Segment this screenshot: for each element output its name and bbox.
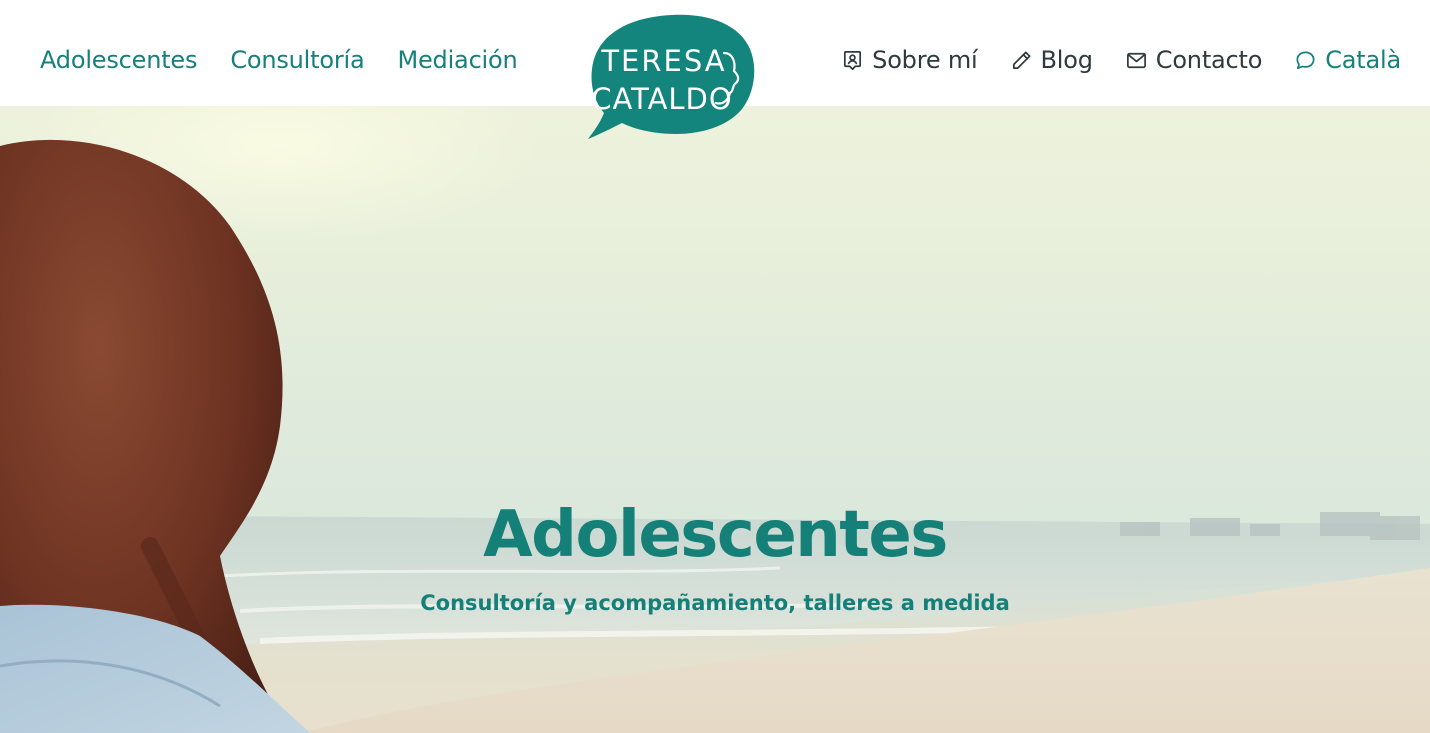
nav-label-catala: Català (1325, 46, 1401, 74)
hero-banner: Adolescentes Consultoría y acompañamient… (0, 106, 1430, 733)
envelope-icon (1126, 52, 1146, 68)
chat-bubble-icon (1296, 50, 1315, 69)
logo-line-2: CATALDO (591, 82, 732, 116)
language-switch-catala[interactable]: Català (1294, 46, 1401, 74)
nav-label-contacto: Contacto (1155, 46, 1263, 74)
nav-link-sobre-mi[interactable]: Sobre mí (841, 46, 978, 74)
pencil-icon (1012, 50, 1031, 69)
hero-background-image (0, 140, 1430, 733)
hero-subtitle: Consultoría y acompañamiento, talleres a… (420, 591, 1010, 615)
nav-link-contacto[interactable]: Contacto (1125, 46, 1262, 74)
nav-link-adolescentes[interactable]: Adolescentes (40, 46, 198, 74)
primary-nav: Adolescentes Consultoría Mediación (40, 46, 518, 74)
hero-title: Adolescentes (483, 498, 948, 572)
logo-line-1: TERESA (600, 44, 726, 78)
nav-label-blog: Blog (1040, 46, 1093, 74)
user-badge-icon (844, 50, 862, 70)
nav-link-blog[interactable]: Blog (1010, 46, 1093, 74)
site-logo[interactable]: TERESA CATALDO (586, 13, 758, 141)
secondary-nav: Sobre mí Blog Contacto Català (841, 46, 1401, 74)
nav-label-sobre-mi: Sobre mí (872, 46, 978, 74)
nav-link-mediacion[interactable]: Mediación (397, 46, 517, 74)
speech-bubble-logo: TERESA CATALDO (588, 14, 755, 139)
nav-link-consultoria[interactable]: Consultoría (230, 46, 364, 74)
